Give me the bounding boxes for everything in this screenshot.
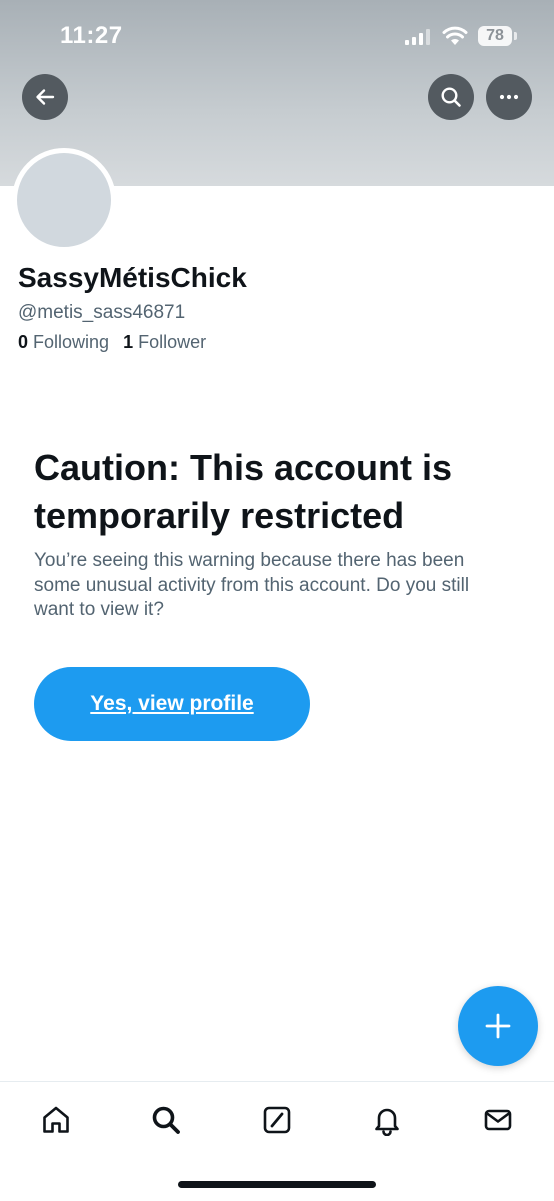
home-indicator[interactable]	[178, 1181, 376, 1188]
status-bar: 11:27 78	[0, 0, 554, 70]
wifi-icon	[442, 26, 468, 45]
avatar[interactable]	[12, 148, 116, 252]
compose-post-button[interactable]	[458, 986, 538, 1066]
view-profile-button[interactable]: Yes, view profile	[34, 667, 310, 741]
search-button[interactable]	[428, 74, 474, 120]
plus-icon	[485, 1013, 511, 1039]
tab-home[interactable]	[36, 1100, 76, 1140]
more-horizontal-icon	[499, 94, 519, 100]
following-count: 0	[18, 332, 29, 352]
bell-icon	[375, 1108, 399, 1136]
tab-grok[interactable]	[257, 1100, 297, 1140]
caution-title: Caution: This account is temporarily res…	[34, 447, 453, 536]
caution-message: You’re seeing this warning because there…	[34, 550, 470, 620]
user-handle: @metis_sass46871	[18, 302, 186, 323]
battery-indicator: 78	[478, 26, 512, 46]
mail-icon	[484, 1109, 512, 1131]
followers-count: 1	[123, 332, 134, 352]
home-icon	[43, 1106, 69, 1133]
more-button[interactable]	[486, 74, 532, 120]
tab-messages[interactable]	[478, 1100, 518, 1140]
status-time: 11:27	[60, 22, 123, 49]
following-link[interactable]: 0 Following	[18, 332, 109, 352]
arrow-left-icon	[36, 89, 55, 105]
search-icon	[152, 1106, 180, 1134]
display-name: SassyMétisChick	[18, 262, 247, 293]
followers-link[interactable]: 1 Follower	[123, 332, 206, 352]
battery-nub	[514, 32, 517, 40]
tab-notifications[interactable]	[367, 1100, 407, 1140]
search-icon	[441, 87, 461, 107]
back-button[interactable]	[22, 74, 68, 120]
tab-explore[interactable]	[146, 1100, 186, 1140]
followers-label: Follower	[138, 332, 207, 352]
following-label: Following	[33, 332, 110, 352]
grok-icon	[263, 1106, 291, 1134]
follow-stats: 0 Following 1 Follower	[18, 332, 206, 353]
cellular-signal-icon	[405, 29, 430, 45]
